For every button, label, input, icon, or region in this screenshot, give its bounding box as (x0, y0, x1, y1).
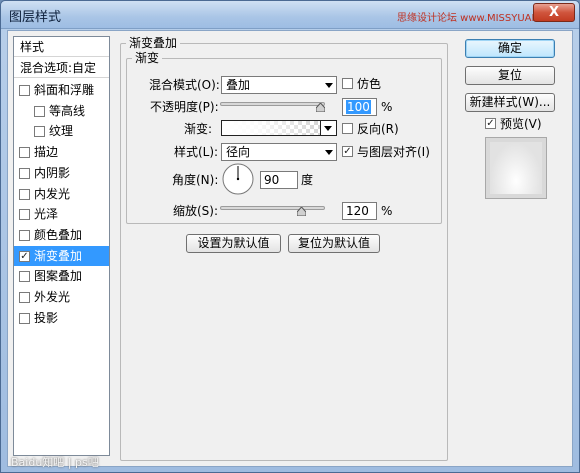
opacity-unit: % (381, 100, 393, 114)
scale-input[interactable]: 120 (342, 202, 377, 220)
angle-value: 90 (264, 173, 280, 187)
preview-check[interactable]: ✓ (485, 118, 496, 129)
align-check[interactable]: ✓ (342, 146, 353, 157)
style-item[interactable]: 纹理 (14, 121, 109, 141)
gradient-preview (222, 121, 320, 135)
title-bar[interactable]: 图层样式 思缘设计论坛 www.MISSYUAN.COM X (1, 1, 579, 29)
style-item-label: 斜面和浮雕 (34, 83, 95, 97)
window-title: 图层样式 (9, 10, 62, 25)
chevron-down-icon (325, 83, 333, 88)
style-item-checkbox[interactable] (19, 147, 30, 159)
style-preview-thumbnail (485, 137, 547, 199)
styles-header[interactable]: 样式 (14, 37, 109, 57)
style-item[interactable]: 投影 (14, 308, 109, 328)
chevron-down-icon (324, 126, 332, 131)
style-item-checkbox[interactable]: ✓ (19, 250, 30, 262)
gradient-label: 渐变: (184, 122, 213, 136)
opacity-value: 100 (346, 100, 371, 114)
style-item-checkbox[interactable] (34, 105, 45, 117)
style-item[interactable]: 光泽 (14, 204, 109, 224)
styles-list: 样式 混合选项:自定 斜面和浮雕等高线纹理描边内阴影内发光光泽颜色叠加 ✓ 渐变叠加… (13, 36, 110, 456)
style-item-checkbox[interactable] (19, 167, 30, 179)
blending-options-item[interactable]: 混合选项:自定 (14, 58, 109, 78)
dither-label: 仿色 (357, 77, 382, 91)
style-item[interactable]: 图案叠加 (14, 266, 109, 286)
style-item-checkbox[interactable] (19, 229, 30, 241)
baidu-watermark: Baidu知吧 | ps吧 (11, 456, 99, 469)
ok-button[interactable]: 确定 (465, 39, 555, 58)
scale-slider[interactable] (220, 206, 325, 210)
style-item[interactable]: ✓ 渐变叠加 (14, 245, 109, 266)
angle-unit: 度 (301, 173, 314, 187)
style-item-label: 颜色叠加 (34, 227, 83, 242)
reset-default-button[interactable]: 复位为默认值 (288, 234, 380, 253)
style-item-label: 投影 (34, 310, 59, 325)
style-item-label: 渐变叠加 (34, 248, 83, 263)
opacity-label: 不透明度(P): (150, 100, 219, 114)
gradient-overlay-title: 渐变叠加 (126, 36, 181, 50)
blend-mode-select[interactable]: 叠加 (221, 76, 337, 94)
style-item-checkbox[interactable] (19, 188, 30, 200)
chevron-down-icon (325, 150, 333, 155)
dialog-client-area: 样式 混合选项:自定 斜面和浮雕 等高线 纹理 描边 内阴影 内发光 光泽 颜色叠加 ✓ 渐变叠加… (7, 30, 573, 467)
scale-label: 缩放(S): (173, 204, 219, 218)
style-item-label: 内阴影 (34, 165, 71, 180)
scale-slider-thumb[interactable] (296, 207, 306, 216)
set-default-button[interactable]: 设置为默认值 (186, 234, 281, 253)
style-item[interactable]: 等高线 (14, 101, 109, 121)
style-label: 样式(L): (174, 145, 219, 159)
style-item[interactable]: 颜色叠加 (14, 225, 109, 245)
gradient-style-select[interactable]: 径向 (221, 143, 337, 161)
style-item-label: 描边 (34, 145, 59, 160)
angle-label: 角度(N): (172, 173, 219, 187)
style-item-label: 图案叠加 (34, 269, 83, 284)
style-item-label: 纹理 (49, 124, 74, 139)
preview-swatch (490, 142, 542, 194)
gradient-style-value: 径向 (226, 145, 251, 159)
style-item-label: 内发光 (34, 186, 71, 201)
reverse-check[interactable] (342, 123, 353, 134)
style-item[interactable]: 斜面和浮雕 (14, 80, 109, 100)
style-item[interactable]: 外发光 (14, 287, 109, 307)
opacity-input[interactable]: 100 (342, 98, 377, 116)
style-item-checkbox[interactable] (19, 209, 30, 221)
preview-label: 预览(V) (500, 117, 542, 131)
style-item[interactable]: 内发光 (14, 184, 109, 204)
dither-check[interactable] (342, 78, 353, 89)
style-item-label: 外发光 (34, 290, 71, 304)
style-item-checkbox[interactable] (19, 85, 30, 96)
align-with-layer-label: 与图层对齐(I) (357, 145, 430, 159)
style-item-checkbox[interactable] (34, 126, 45, 138)
style-item[interactable]: 描边 (14, 142, 109, 162)
style-item[interactable]: 内阴影 (14, 163, 109, 183)
close-button[interactable]: X (533, 3, 575, 22)
blend-mode-value: 叠加 (226, 78, 251, 92)
gradient-picker[interactable] (221, 120, 321, 136)
style-item-checkbox[interactable] (19, 312, 30, 324)
layer-style-dialog: 图层样式 思缘设计论坛 www.MISSYUAN.COM X 样式 混合选项:自… (0, 0, 580, 473)
reset-button[interactable]: 复位 (465, 66, 555, 85)
scale-unit: % (381, 204, 393, 218)
style-item-label: 光泽 (34, 207, 59, 222)
angle-dial[interactable] (222, 163, 254, 195)
reverse-label: 反向(R) (357, 122, 399, 136)
new-style-button[interactable]: 新建样式(W)... (465, 93, 555, 112)
scale-value: 120 (346, 204, 369, 218)
style-item-label: 等高线 (49, 103, 86, 118)
style-item-checkbox[interactable] (19, 292, 30, 303)
style-item-checkbox[interactable] (19, 271, 30, 283)
opacity-slider[interactable] (220, 102, 325, 106)
blend-mode-label: 混合模式(O): (149, 78, 220, 92)
gradient-dropdown-button[interactable] (321, 120, 337, 136)
gradient-group-title: 渐变 (132, 51, 163, 65)
angle-input[interactable]: 90 (260, 171, 298, 189)
opacity-slider-thumb[interactable] (316, 103, 325, 112)
